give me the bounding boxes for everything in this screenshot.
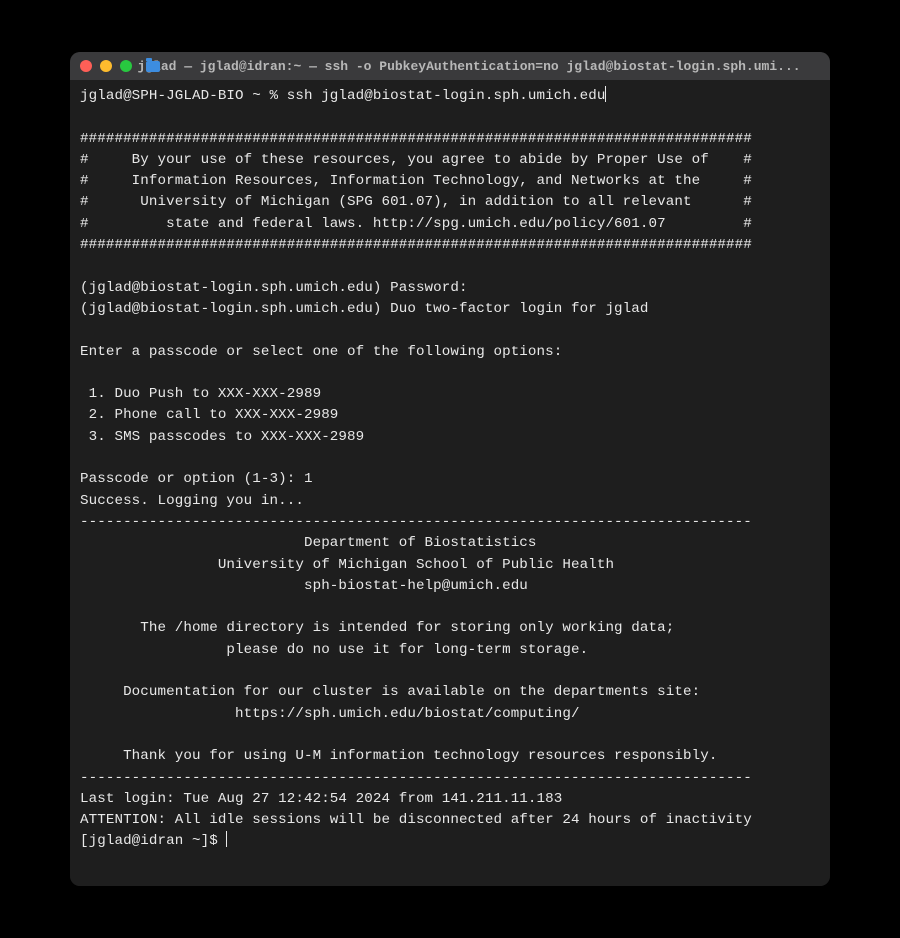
ssh-command: ssh jglad@biostat-login.sph.umich.edu [287,88,606,104]
motd-line: University of Michigan School of Public … [80,557,614,573]
duo-option: 1. Duo Push to XXX-XXX-2989 [80,386,321,402]
password-prompt: (jglad@biostat-login.sph.umich.edu) Pass… [80,280,468,296]
banner-line: # state and federal laws. http://spg.umi… [80,216,752,232]
close-icon[interactable] [80,60,92,72]
duo-option: 2. Phone call to XXX-XXX-2989 [80,407,338,423]
motd-line: sph-biostat-help@umich.edu [80,578,528,594]
folder-icon [146,61,160,72]
banner-line: # By your use of these resources, you ag… [80,152,752,168]
divider: ----------------------------------------… [80,770,752,786]
banner-line: # Information Resources, Information Tec… [80,173,752,189]
window-title: jglad — jglad@idran:~ — ssh -o PubkeyAut… [118,59,820,74]
motd-line: Department of Biostatistics [80,535,537,551]
banner-border-bottom: ########################################… [80,237,752,253]
motd-line: Documentation for our cluster is availab… [80,684,700,700]
login-success: Success. Logging you in... [80,493,304,509]
shell-prompt: [jglad@idran ~]$ [80,833,226,849]
terminal-body[interactable]: jglad@SPH-JGLAD-BIO ~ % ssh jglad@biosta… [70,80,830,886]
duo-options-header: Enter a passcode or select one of the fo… [80,344,562,360]
motd-line: please do no use it for long-term storag… [80,642,588,658]
banner-border-top: ########################################… [80,131,752,147]
motd-line: The /home directory is intended for stor… [80,620,674,636]
shell-prompt: jglad@SPH-JGLAD-BIO ~ % [80,88,287,104]
cursor-icon [226,831,227,847]
duo-prompt: (jglad@biostat-login.sph.umich.edu) Duo … [80,301,649,317]
motd-line: https://sph.umich.edu/biostat/computing/ [80,706,580,722]
minimize-icon[interactable] [100,60,112,72]
terminal-window: jglad — jglad@idran:~ — ssh -o PubkeyAut… [70,52,830,886]
banner-line: # University of Michigan (SPG 601.07), i… [80,194,752,210]
divider: ----------------------------------------… [80,514,752,530]
passcode-prompt: Passcode or option (1-3): [80,471,304,487]
titlebar[interactable]: jglad — jglad@idran:~ — ssh -o PubkeyAut… [70,52,830,80]
duo-option: 3. SMS passcodes to XXX-XXX-2989 [80,429,364,445]
cursor-icon [605,86,606,102]
last-login: Last login: Tue Aug 27 12:42:54 2024 fro… [80,791,562,807]
passcode-choice: 1 [304,471,313,487]
attention-notice: ATTENTION: All idle sessions will be dis… [80,812,752,828]
motd-line: Thank you for using U-M information tech… [80,748,717,764]
